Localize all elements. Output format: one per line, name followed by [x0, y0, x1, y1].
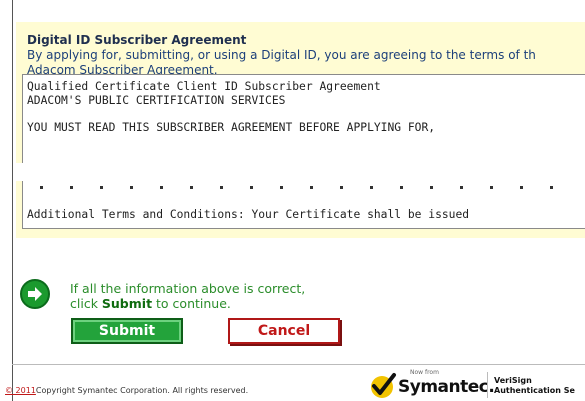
- render-gap-tick: [12, 163, 13, 181]
- verisign-line1: VeriSign: [494, 376, 532, 385]
- submit-button[interactable]: Submit: [71, 318, 183, 344]
- confirm-submit-word: Submit: [101, 296, 153, 311]
- footer-divider: [12, 364, 585, 365]
- arrow-right-circle-icon: [20, 279, 50, 309]
- agreement-title: Digital ID Subscriber Agreement: [27, 33, 247, 47]
- agreement-text-box[interactable]: Qualified Certificate Client ID Subscrib…: [22, 74, 585, 229]
- confirm-suffix: to continue.: [152, 296, 231, 311]
- render-gap: [0, 163, 585, 181]
- verisign-label: VeriSign Authentication Se: [494, 376, 575, 396]
- left-border-line: [12, 0, 13, 401]
- garbled-text-row: [40, 186, 560, 189]
- agreement-text-line: ADACOM'S PUBLIC CERTIFICATION SERVICES: [27, 94, 286, 107]
- copyright-year-link[interactable]: © 2011: [5, 386, 36, 395]
- symantec-checkmark-icon: [371, 373, 396, 398]
- copyright-text: Copyright Symantec Corporation. All righ…: [35, 386, 249, 395]
- agreement-intro-line1: By applying for, submitting, or using a …: [27, 48, 536, 62]
- copyright-notice: © 2011Copyright Symantec Corporation. Al…: [5, 386, 248, 395]
- brand-separator: [487, 372, 488, 398]
- confirm-message: If all the information above is correct,…: [70, 281, 305, 311]
- symantec-logo-text: Symantec.: [398, 377, 495, 397]
- agreement-text-line: Qualified Certificate Client ID Subscrib…: [27, 80, 381, 93]
- confirm-prefix: click: [70, 296, 102, 311]
- arrow-glyph: [28, 287, 42, 301]
- confirm-line2: click Submit to continue.: [70, 296, 305, 311]
- confirm-line1: If all the information above is correct,: [70, 281, 306, 296]
- now-from-label: Now from: [410, 369, 439, 376]
- agreement-text-line: YOU MUST READ THIS SUBSCRIBER AGREEMENT …: [27, 121, 436, 134]
- cancel-button[interactable]: Cancel: [228, 318, 340, 344]
- verisign-line2: Authentication Se: [494, 386, 575, 395]
- agreement-text-line: Additional Terms and Conditions: Your Ce…: [27, 208, 470, 221]
